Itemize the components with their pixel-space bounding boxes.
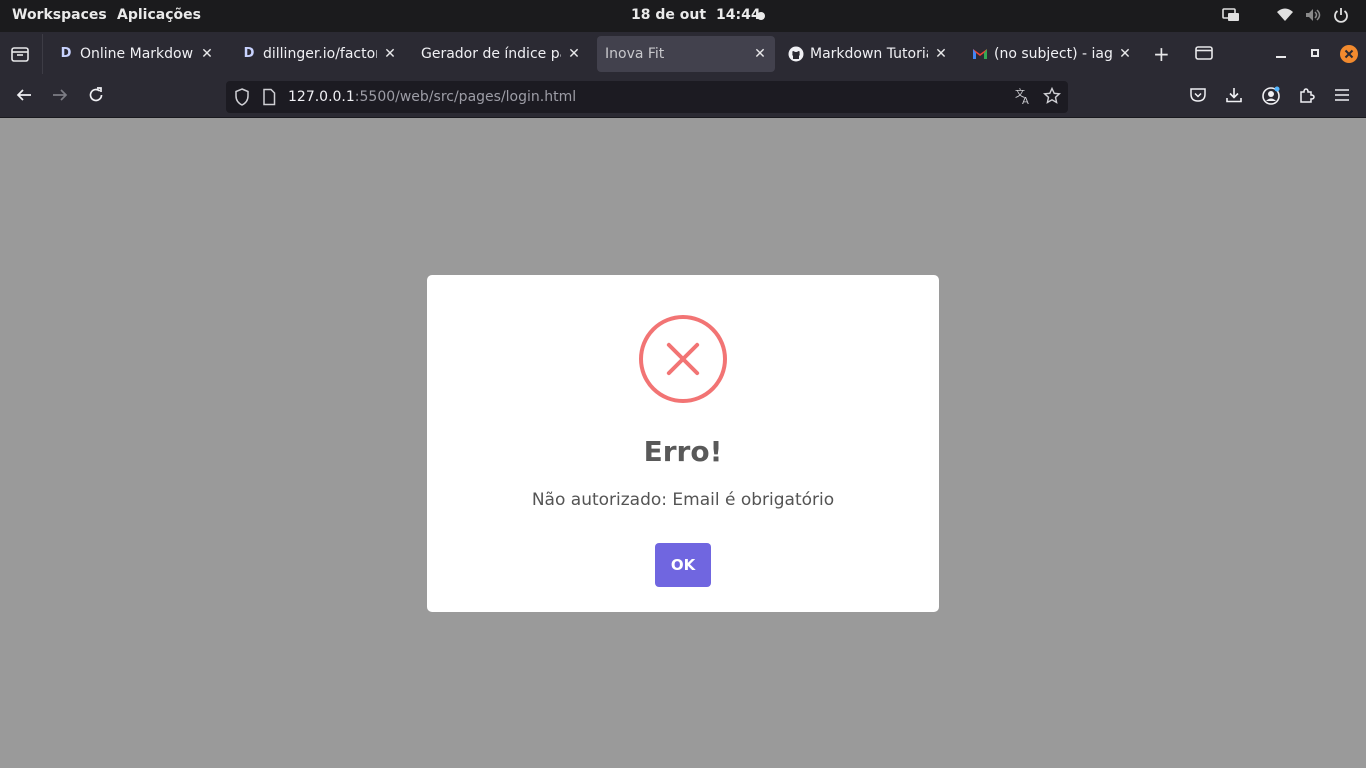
bookmark-star-icon[interactable] xyxy=(1042,86,1062,109)
page-overlay[interactable]: Erro! Não autorizado: Email é obrigatóri… xyxy=(0,118,1366,768)
os-top-bar: Workspaces Aplicações 18 de out 14:44 xyxy=(0,0,1366,32)
new-tab-plus-icon[interactable]: + xyxy=(1153,44,1170,64)
dialog-message: Não autorizado: Email é obrigatório xyxy=(531,490,835,510)
address-bar[interactable]: 127.0.0.1:5500/web/src/pages/login.html … xyxy=(226,81,1068,113)
translate-icon[interactable]: 文A xyxy=(1014,87,1032,109)
screen-share-icon[interactable] xyxy=(1222,7,1240,27)
url-text[interactable]: 127.0.0.1:5500/web/src/pages/login.html xyxy=(288,89,576,105)
dillinger-favicon-icon: D xyxy=(243,46,255,61)
close-tab-icon[interactable]: ✕ xyxy=(200,46,214,62)
extensions-puzzle-icon[interactable] xyxy=(1296,86,1318,108)
notification-dot-icon xyxy=(757,12,765,20)
navigation-toolbar: 127.0.0.1:5500/web/src/pages/login.html … xyxy=(0,76,1366,118)
url-path: :5500/web/src/pages/login.html xyxy=(354,89,577,105)
shield-tracking-protection-icon[interactable] xyxy=(234,88,250,110)
close-tab-icon[interactable]: ✕ xyxy=(567,46,581,62)
svg-text:A: A xyxy=(1022,96,1029,105)
clock[interactable]: 18 de out 14:44 xyxy=(631,7,761,23)
forward-arrow-icon[interactable] xyxy=(49,86,71,108)
github-icon xyxy=(788,46,804,62)
close-tab-icon[interactable]: ✕ xyxy=(1118,46,1132,62)
tab-dillinger-factory[interactable]: D dillinger.io/factory/f ✕ xyxy=(233,36,405,72)
applications-menu[interactable]: Aplicações xyxy=(117,7,201,23)
tab-gerador-de-indice[interactable]: Gerador de índice para M ✕ xyxy=(413,36,589,72)
page-info-icon[interactable] xyxy=(262,88,276,110)
tab-title: Gerador de índice para M xyxy=(421,46,561,62)
tab-markdown-tutorial[interactable]: Markdown Tutorial ✕ xyxy=(780,36,956,72)
clock-date: 18 de out xyxy=(631,7,707,23)
tab-list-icon[interactable] xyxy=(1195,45,1213,66)
hamburger-menu-icon[interactable] xyxy=(1331,86,1353,108)
close-window-icon[interactable] xyxy=(1339,44,1359,69)
minimize-window-icon[interactable] xyxy=(1274,45,1288,65)
back-arrow-icon[interactable] xyxy=(13,86,35,108)
tab-overview-icon[interactable] xyxy=(10,44,30,69)
url-host: 127.0.0.1 xyxy=(288,89,355,105)
wifi-icon[interactable] xyxy=(1276,7,1294,27)
tab-title: Inova Fit xyxy=(605,46,665,62)
clock-time: 14:44 xyxy=(716,7,761,23)
tab-title: dillinger.io/factory/f xyxy=(263,46,377,62)
close-tab-icon[interactable]: ✕ xyxy=(934,46,948,62)
dillinger-favicon-icon: D xyxy=(60,46,72,61)
error-x-icon xyxy=(639,315,727,403)
close-tab-icon[interactable]: ✕ xyxy=(753,46,767,62)
close-tab-icon[interactable]: ✕ xyxy=(383,46,397,62)
gmail-icon xyxy=(972,46,988,62)
volume-muted-icon[interactable] xyxy=(1304,7,1322,27)
tab-title: (no subject) - iago.ac xyxy=(994,46,1112,62)
tab-strip: D Online Markdown Ed ✕ D dillinger.io/fa… xyxy=(0,32,1366,76)
ok-button[interactable]: OK xyxy=(655,543,711,587)
maximize-window-icon[interactable] xyxy=(1308,45,1322,65)
reload-icon[interactable] xyxy=(85,86,107,108)
power-icon[interactable] xyxy=(1333,7,1349,27)
tab-strip-divider xyxy=(42,34,43,74)
tab-gmail[interactable]: (no subject) - iago.ac ✕ xyxy=(964,36,1140,72)
tab-title: Markdown Tutorial xyxy=(810,46,928,62)
account-icon[interactable] xyxy=(1260,86,1282,108)
tab-title: Online Markdown Ed xyxy=(80,46,194,62)
pocket-icon[interactable] xyxy=(1187,86,1209,108)
workspaces-menu[interactable]: Workspaces xyxy=(12,7,107,23)
dialog-title: Erro! xyxy=(643,435,723,468)
error-dialog: Erro! Não autorizado: Email é obrigatóri… xyxy=(427,275,939,612)
tab-online-markdown-editor[interactable]: D Online Markdown Ed ✕ xyxy=(50,36,222,72)
tab-inova-fit[interactable]: Inova Fit ✕ xyxy=(597,36,775,72)
downloads-icon[interactable] xyxy=(1223,86,1245,108)
